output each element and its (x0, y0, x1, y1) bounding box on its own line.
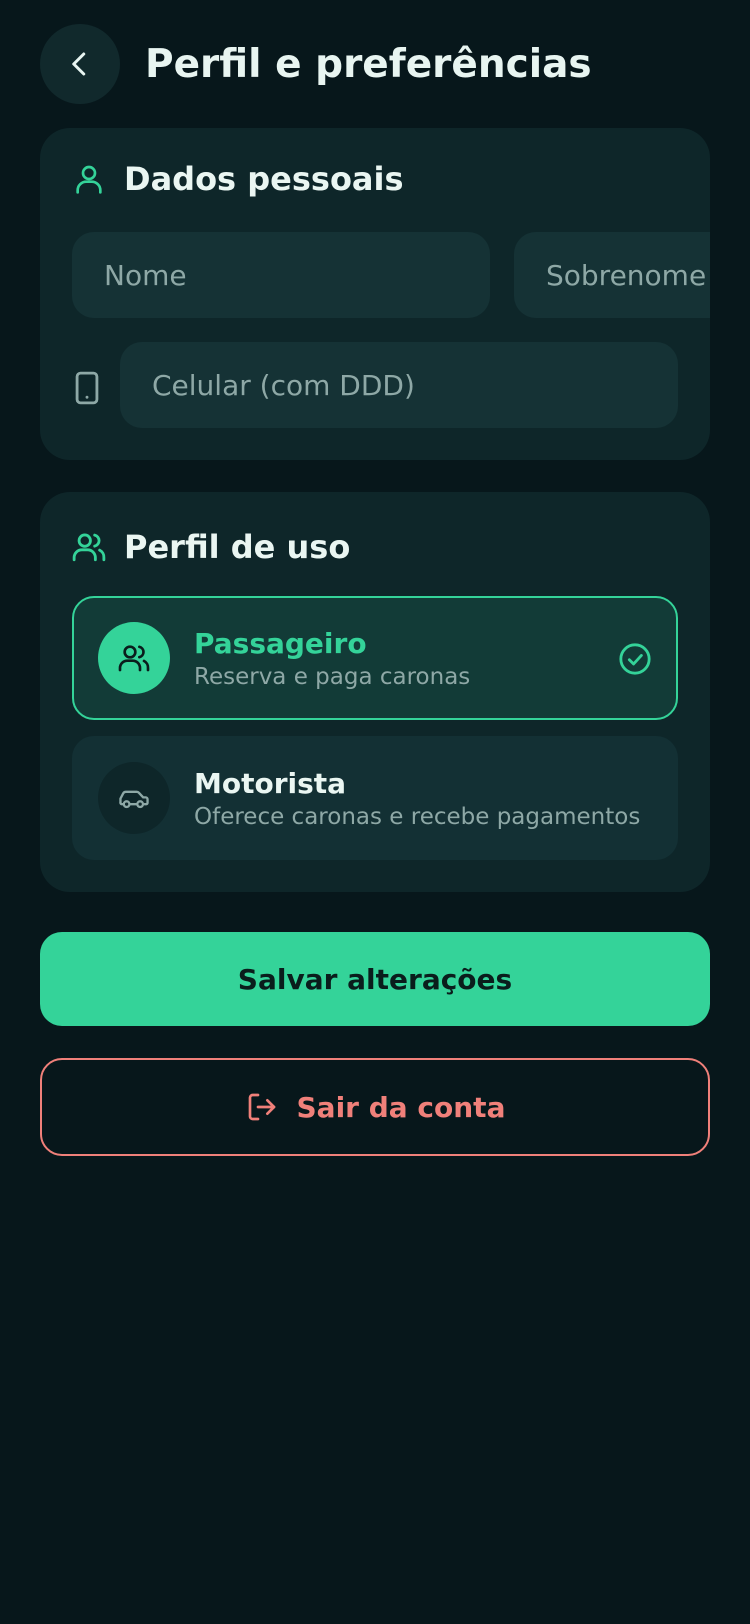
option-driver-name: Motorista (194, 766, 347, 800)
users-icon (72, 530, 106, 564)
usage-profile-title: Perfil de uso (124, 528, 351, 566)
usage-profile-card: Perfil de uso Passageiro Reserva e paga … (40, 492, 710, 892)
option-passenger-description: Reserva e paga caronas (194, 663, 471, 690)
check-circle-icon (619, 643, 651, 675)
personal-data-card: Dados pessoais Nome Sobrenome Celular (c… (40, 128, 710, 460)
personal-data-title: Dados pessoais (124, 160, 404, 198)
chevron-left-icon (72, 52, 86, 76)
logout-button[interactable]: Sair da conta (40, 1058, 710, 1156)
personal-data-header: Dados pessoais (72, 160, 404, 198)
phone-input[interactable]: Celular (com DDD) (120, 342, 678, 428)
log-out-icon (245, 1090, 279, 1124)
user-icon (72, 162, 106, 196)
option-passenger[interactable]: Passageiro Reserva e paga caronas (72, 596, 678, 720)
car-icon (98, 762, 170, 834)
first-name-input[interactable]: Nome (72, 232, 490, 318)
page-title: Perfil e preferências (145, 41, 592, 87)
smartphone-icon (74, 370, 100, 406)
option-passenger-name: Passageiro (194, 626, 367, 660)
option-driver-description: Oferece caronas e recebe pagamentos (194, 803, 641, 830)
usage-profile-header: Perfil de uso (72, 528, 350, 566)
logout-label: Sair da conta (296, 1090, 506, 1124)
back-button[interactable] (40, 24, 120, 104)
save-button[interactable]: Salvar alterações (40, 932, 710, 1026)
users-icon (98, 622, 170, 694)
option-driver[interactable]: Motorista Oferece caronas e recebe pagam… (72, 736, 678, 860)
last-name-input[interactable]: Sobrenome (514, 232, 710, 318)
header: Perfil e preferências (40, 24, 710, 104)
